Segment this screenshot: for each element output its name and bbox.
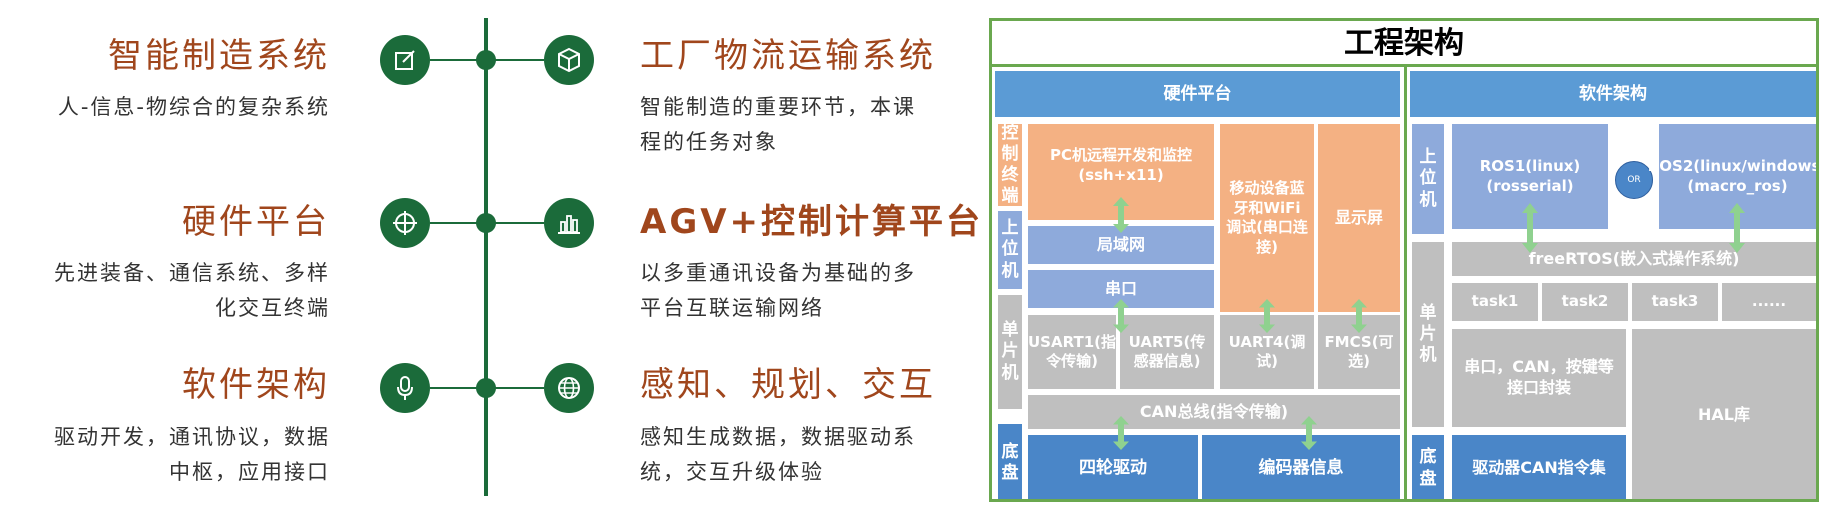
hal-library-box: HAL库 xyxy=(1632,329,1816,499)
connector-line xyxy=(486,59,544,61)
item-desc-software-architecture: 驱动开发，通讯协议，数据 中枢，应用接口 xyxy=(10,420,330,490)
label-text: 上位机 xyxy=(1419,147,1437,210)
item-title-hardware-platform: 硬件平台 xyxy=(182,202,330,242)
globe-icon xyxy=(558,377,580,399)
item-desc-hardware-platform: 先进装备、通信系统、多样 化交互终端 xyxy=(10,256,330,326)
edit-icon xyxy=(395,50,415,70)
microphone-icon-badge xyxy=(380,363,430,413)
cube-icon-badge xyxy=(544,35,594,85)
architecture-diagram: 工程架构 硬件平台 控制终端 上位机 单片机 底盘 PC机远程开发和监控(ssh… xyxy=(989,18,1819,502)
label-text: 底盘 xyxy=(1001,441,1019,483)
item-desc-perception: 感知生成数据，数据驱动系 统，交互升级体验 xyxy=(640,420,970,490)
label-text: 单片机 xyxy=(1001,320,1019,383)
double-arrow-icon xyxy=(1113,197,1129,233)
bar-chart-icon xyxy=(558,215,580,234)
desc-line: 程的任务对象 xyxy=(640,130,778,154)
bar-chart-icon-badge xyxy=(544,198,594,248)
task-box: ...... xyxy=(1722,283,1816,321)
label-control-terminal: 控制终端 xyxy=(998,122,1022,207)
freertos-box: freeRTOS(嵌入式操作系统) xyxy=(1452,242,1816,276)
column-divider xyxy=(1404,67,1407,499)
item-desc-factory-logistics: 智能制造的重要环节，本课 程的任务对象 xyxy=(640,90,970,160)
microphone-icon xyxy=(397,376,413,400)
double-arrow-icon xyxy=(1113,299,1129,333)
desc-line: 先进装备、通信系统、多样 xyxy=(54,261,330,285)
label-text: 控制终端 xyxy=(1001,122,1019,207)
item-desc-agv-platform: 以多重通讯设备为基础的多 平台互联运输网络 xyxy=(640,256,970,326)
task-box: task2 xyxy=(1542,283,1628,321)
connector-line xyxy=(486,387,544,389)
timeline-line xyxy=(484,18,488,496)
task-box: task3 xyxy=(1632,283,1718,321)
software-architecture-header: 软件架构 xyxy=(1410,71,1816,117)
globe-icon-badge xyxy=(544,363,594,413)
item-desc-smart-manufacturing: 人-信息-物综合的复杂系统 xyxy=(10,90,330,125)
interface-wrapper-box: 串口，CAN，按键等接口封装 xyxy=(1452,329,1626,427)
edit-icon-badge xyxy=(380,35,430,85)
connector-line xyxy=(486,222,544,224)
label-text: 单片机 xyxy=(1419,302,1437,366)
desc-line: 驱动开发，通讯协议，数据 xyxy=(54,425,330,449)
crosshair-icon xyxy=(393,211,417,235)
desc-line: 化交互终端 xyxy=(215,296,330,320)
item-title-perception: 感知、规划、交互 xyxy=(640,365,936,405)
double-arrow-icon xyxy=(1729,203,1745,253)
double-arrow-icon xyxy=(1301,416,1317,450)
cube-icon xyxy=(558,47,580,73)
label-software-host: 上位机 xyxy=(1412,124,1444,234)
double-arrow-icon xyxy=(1522,203,1538,253)
desc-line: 感知生成数据，数据驱动系 xyxy=(640,425,916,449)
item-title-factory-logistics: 工厂物流运输系统 xyxy=(640,36,936,76)
desc-line: 统，交互升级体验 xyxy=(640,460,824,484)
uart5-box: UART5(传感器信息) xyxy=(1120,315,1214,389)
label-software-chassis: 底盘 xyxy=(1412,435,1444,499)
driver-can-box: 驱动器CAN指令集 xyxy=(1452,435,1626,499)
double-arrow-icon xyxy=(1113,416,1129,450)
label-software-mcu: 单片机 xyxy=(1412,242,1444,427)
item-title-agv-platform: AGV+控制计算平台 xyxy=(640,202,984,242)
label-text: 底盘 xyxy=(1419,447,1437,489)
usart1-box: USART1(指令传输) xyxy=(1028,315,1116,389)
display-box: 显示屏 xyxy=(1318,124,1400,312)
item-title-software-architecture: 软件架构 xyxy=(182,365,330,405)
desc-line: 以多重通讯设备为基础的多 xyxy=(640,261,916,285)
can-bus-box: CAN总线(指令传输) xyxy=(1028,395,1400,429)
desc-line: 平台互联运输网络 xyxy=(640,296,824,320)
desc-line: 中枢，应用接口 xyxy=(169,460,330,484)
crosshair-icon-badge xyxy=(380,198,430,248)
desc-line: 人-信息-物综合的复杂系统 xyxy=(57,95,330,119)
hardware-platform-header: 硬件平台 xyxy=(995,71,1400,117)
architecture-title: 工程架构 xyxy=(992,21,1816,67)
double-arrow-icon xyxy=(1351,299,1367,333)
mobile-debug-box: 移动设备蓝牙和WiFi调试(串口连接) xyxy=(1220,124,1314,312)
task-box: task1 xyxy=(1452,283,1538,321)
double-arrow-icon xyxy=(1259,299,1275,333)
label-text: 上位机 xyxy=(1001,218,1019,281)
label-hardware-mcu: 单片机 xyxy=(998,295,1022,409)
label-hardware-host: 上位机 xyxy=(998,211,1022,289)
page: 智能制造系统 人-信息-物综合的复杂系统 工厂物流运输系统 智能制造的重要环节，… xyxy=(0,0,1822,521)
label-hardware-chassis: 底盘 xyxy=(998,424,1022,499)
desc-line: 智能制造的重要环节，本课 xyxy=(640,95,916,119)
item-title-smart-manufacturing: 智能制造系统 xyxy=(108,36,330,76)
